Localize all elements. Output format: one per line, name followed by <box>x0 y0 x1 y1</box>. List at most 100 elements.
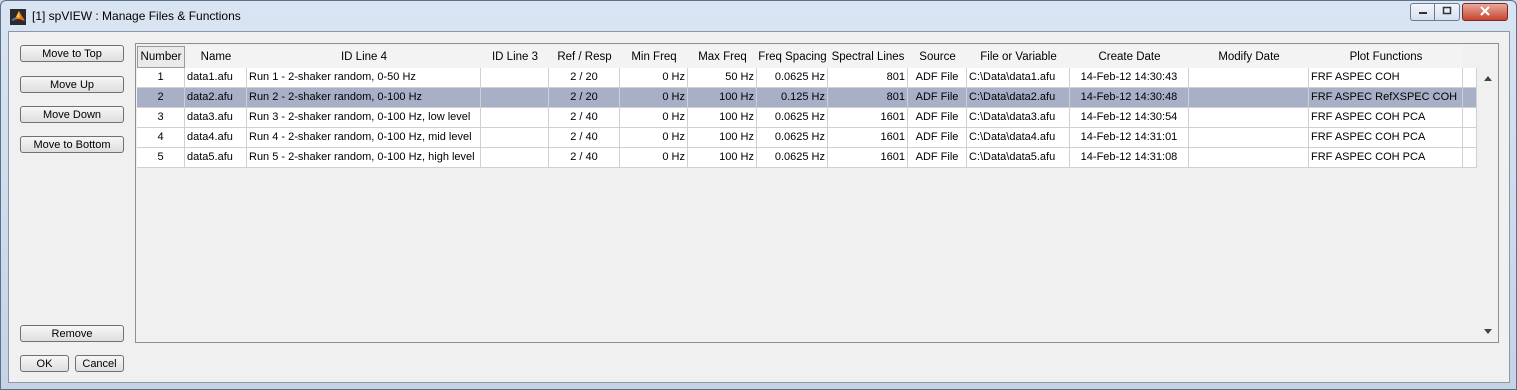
cell-name[interactable]: data1.afu <box>185 68 247 88</box>
cell-spectral-lines[interactable]: 1601 <box>828 108 908 128</box>
cell-file-or-variable[interactable]: C:\Data\data1.afu <box>967 68 1070 88</box>
column-header-freq-spacing[interactable]: Freq Spacing <box>757 46 828 68</box>
cell-number[interactable]: 1 <box>137 68 185 88</box>
cell-id-line-4[interactable]: Run 5 - 2-shaker random, 0-100 Hz, high … <box>247 148 481 168</box>
cell-modify-date[interactable] <box>1189 148 1309 168</box>
cell-freq-spacing[interactable]: 0.125 Hz <box>757 88 828 108</box>
cell-ref-resp[interactable]: 2 / 40 <box>549 148 620 168</box>
cell-spectral-lines[interactable]: 801 <box>828 68 908 88</box>
close-button[interactable] <box>1462 3 1508 21</box>
move-down-button[interactable]: Move Down <box>20 106 124 123</box>
cell-min-freq[interactable]: 0 Hz <box>620 88 688 108</box>
cell-plot-functions[interactable]: FRF ASPEC COH PCA <box>1309 128 1463 148</box>
cell-freq-spacing[interactable]: 0.0625 Hz <box>757 108 828 128</box>
column-header-modify-date[interactable]: Modify Date <box>1189 46 1309 68</box>
column-header-file-or-variable[interactable]: File or Variable <box>967 46 1070 68</box>
cell-modify-date[interactable] <box>1189 68 1309 88</box>
cell-source[interactable]: ADF File <box>908 108 967 128</box>
cell-ref-resp[interactable]: 2 / 40 <box>549 108 620 128</box>
cell-ref-resp[interactable]: 2 / 20 <box>549 88 620 108</box>
column-header-source[interactable]: Source <box>908 46 967 68</box>
cell-id-line-3[interactable] <box>481 128 549 148</box>
cell-max-freq[interactable]: 100 Hz <box>688 88 757 108</box>
table-row[interactable]: 5 data5.afu Run 5 - 2-shaker random, 0-100… <box>137 148 1477 168</box>
cell-file-or-variable[interactable]: C:\Data\data5.afu <box>967 148 1070 168</box>
cell-name[interactable]: data5.afu <box>185 148 247 168</box>
cancel-button[interactable]: Cancel <box>75 355 124 372</box>
cell-source[interactable]: ADF File <box>908 128 967 148</box>
maximize-button[interactable] <box>1434 3 1460 21</box>
move-to-top-button[interactable]: Move to Top <box>20 45 124 62</box>
column-header-number[interactable]: Number <box>137 46 185 68</box>
cell-id-line-4[interactable]: Run 4 - 2-shaker random, 0-100 Hz, mid l… <box>247 128 481 148</box>
cell-min-freq[interactable]: 0 Hz <box>620 128 688 148</box>
cell-max-freq[interactable]: 100 Hz <box>688 128 757 148</box>
cell-id-line-3[interactable] <box>481 148 549 168</box>
cell-create-date[interactable]: 14-Feb-12 14:30:48 <box>1070 88 1189 108</box>
cell-source[interactable]: ADF File <box>908 148 967 168</box>
table-row[interactable]: 3 data3.afu Run 3 - 2-shaker random, 0-100… <box>137 108 1477 128</box>
column-header-create-date[interactable]: Create Date <box>1070 46 1189 68</box>
remove-button[interactable]: Remove <box>20 325 124 342</box>
cell-spectral-lines[interactable]: 1601 <box>828 128 908 148</box>
cell-min-freq[interactable]: 0 Hz <box>620 108 688 128</box>
cell-plot-functions[interactable]: FRF ASPEC RefXSPEC COH <box>1309 88 1463 108</box>
column-header-ref-resp[interactable]: Ref / Resp <box>549 46 620 68</box>
cell-freq-spacing[interactable]: 0.0625 Hz <box>757 148 828 168</box>
scroll-down-icon[interactable] <box>1484 329 1492 334</box>
cell-create-date[interactable]: 14-Feb-12 14:31:08 <box>1070 148 1189 168</box>
cell-id-line-3[interactable] <box>481 68 549 88</box>
cell-source[interactable]: ADF File <box>908 88 967 108</box>
table-row[interactable]: 4 data4.afu Run 4 - 2-shaker random, 0-100… <box>137 128 1477 148</box>
cell-file-or-variable[interactable]: C:\Data\data4.afu <box>967 128 1070 148</box>
cell-source[interactable]: ADF File <box>908 68 967 88</box>
cell-create-date[interactable]: 14-Feb-12 14:30:43 <box>1070 68 1189 88</box>
table-row[interactable]: 2 data2.afu Run 2 - 2-shaker random, 0-100… <box>137 88 1477 108</box>
cell-plot-functions[interactable]: FRF ASPEC COH PCA <box>1309 148 1463 168</box>
cell-min-freq[interactable]: 0 Hz <box>620 148 688 168</box>
cell-id-line-4[interactable]: Run 3 - 2-shaker random, 0-100 Hz, low l… <box>247 108 481 128</box>
column-header-spectral-lines[interactable]: Spectral Lines <box>828 46 908 68</box>
cell-ref-resp[interactable]: 2 / 20 <box>549 68 620 88</box>
files-table[interactable]: Number Name ID Line 4 ID Line 3 Ref / Resp Mi… <box>135 43 1499 343</box>
cell-file-or-variable[interactable]: C:\Data\data2.afu <box>967 88 1070 108</box>
cell-id-line-4[interactable]: Run 1 - 2-shaker random, 0-50 Hz <box>247 68 481 88</box>
cell-create-date[interactable]: 14-Feb-12 14:30:54 <box>1070 108 1189 128</box>
cell-max-freq[interactable]: 100 Hz <box>688 148 757 168</box>
column-header-min-freq[interactable]: Min Freq <box>620 46 688 68</box>
cell-id-line-4[interactable]: Run 2 - 2-shaker random, 0-100 Hz <box>247 88 481 108</box>
cell-max-freq[interactable]: 50 Hz <box>688 68 757 88</box>
cell-number[interactable]: 2 <box>137 88 185 108</box>
column-header-id-line-3[interactable]: ID Line 3 <box>481 46 549 68</box>
cell-modify-date[interactable] <box>1189 88 1309 108</box>
minimize-button[interactable] <box>1410 3 1434 21</box>
cell-spectral-lines[interactable]: 801 <box>828 88 908 108</box>
table-row[interactable]: 1 data1.afu Run 1 - 2-shaker random, 0-50 … <box>137 68 1477 88</box>
cell-name[interactable]: data4.afu <box>185 128 247 148</box>
column-header-id-line-4[interactable]: ID Line 4 <box>247 46 481 68</box>
vertical-scrollbar[interactable] <box>1479 68 1497 340</box>
cell-modify-date[interactable] <box>1189 128 1309 148</box>
cell-create-date[interactable]: 14-Feb-12 14:31:01 <box>1070 128 1189 148</box>
column-header-max-freq[interactable]: Max Freq <box>688 46 757 68</box>
cell-name[interactable]: data2.afu <box>185 88 247 108</box>
column-header-plot-functions[interactable]: Plot Functions <box>1309 46 1463 68</box>
cell-name[interactable]: data3.afu <box>185 108 247 128</box>
cell-file-or-variable[interactable]: C:\Data\data3.afu <box>967 108 1070 128</box>
cell-number[interactable]: 4 <box>137 128 185 148</box>
cell-min-freq[interactable]: 0 Hz <box>620 68 688 88</box>
cell-ref-resp[interactable]: 2 / 40 <box>549 128 620 148</box>
scroll-up-icon[interactable] <box>1484 76 1492 81</box>
ok-button[interactable]: OK <box>20 355 69 372</box>
cell-modify-date[interactable] <box>1189 108 1309 128</box>
cell-freq-spacing[interactable]: 0.0625 Hz <box>757 128 828 148</box>
cell-number[interactable]: 5 <box>137 148 185 168</box>
move-up-button[interactable]: Move Up <box>20 76 124 93</box>
cell-plot-functions[interactable]: FRF ASPEC COH <box>1309 68 1463 88</box>
cell-id-line-3[interactable] <box>481 108 549 128</box>
title-bar[interactable]: [1] spVIEW : Manage Files & Functions <box>1 1 1516 31</box>
cell-spectral-lines[interactable]: 1601 <box>828 148 908 168</box>
cell-plot-functions[interactable]: FRF ASPEC COH PCA <box>1309 108 1463 128</box>
column-header-name[interactable]: Name <box>185 46 247 68</box>
cell-id-line-3[interactable] <box>481 88 549 108</box>
